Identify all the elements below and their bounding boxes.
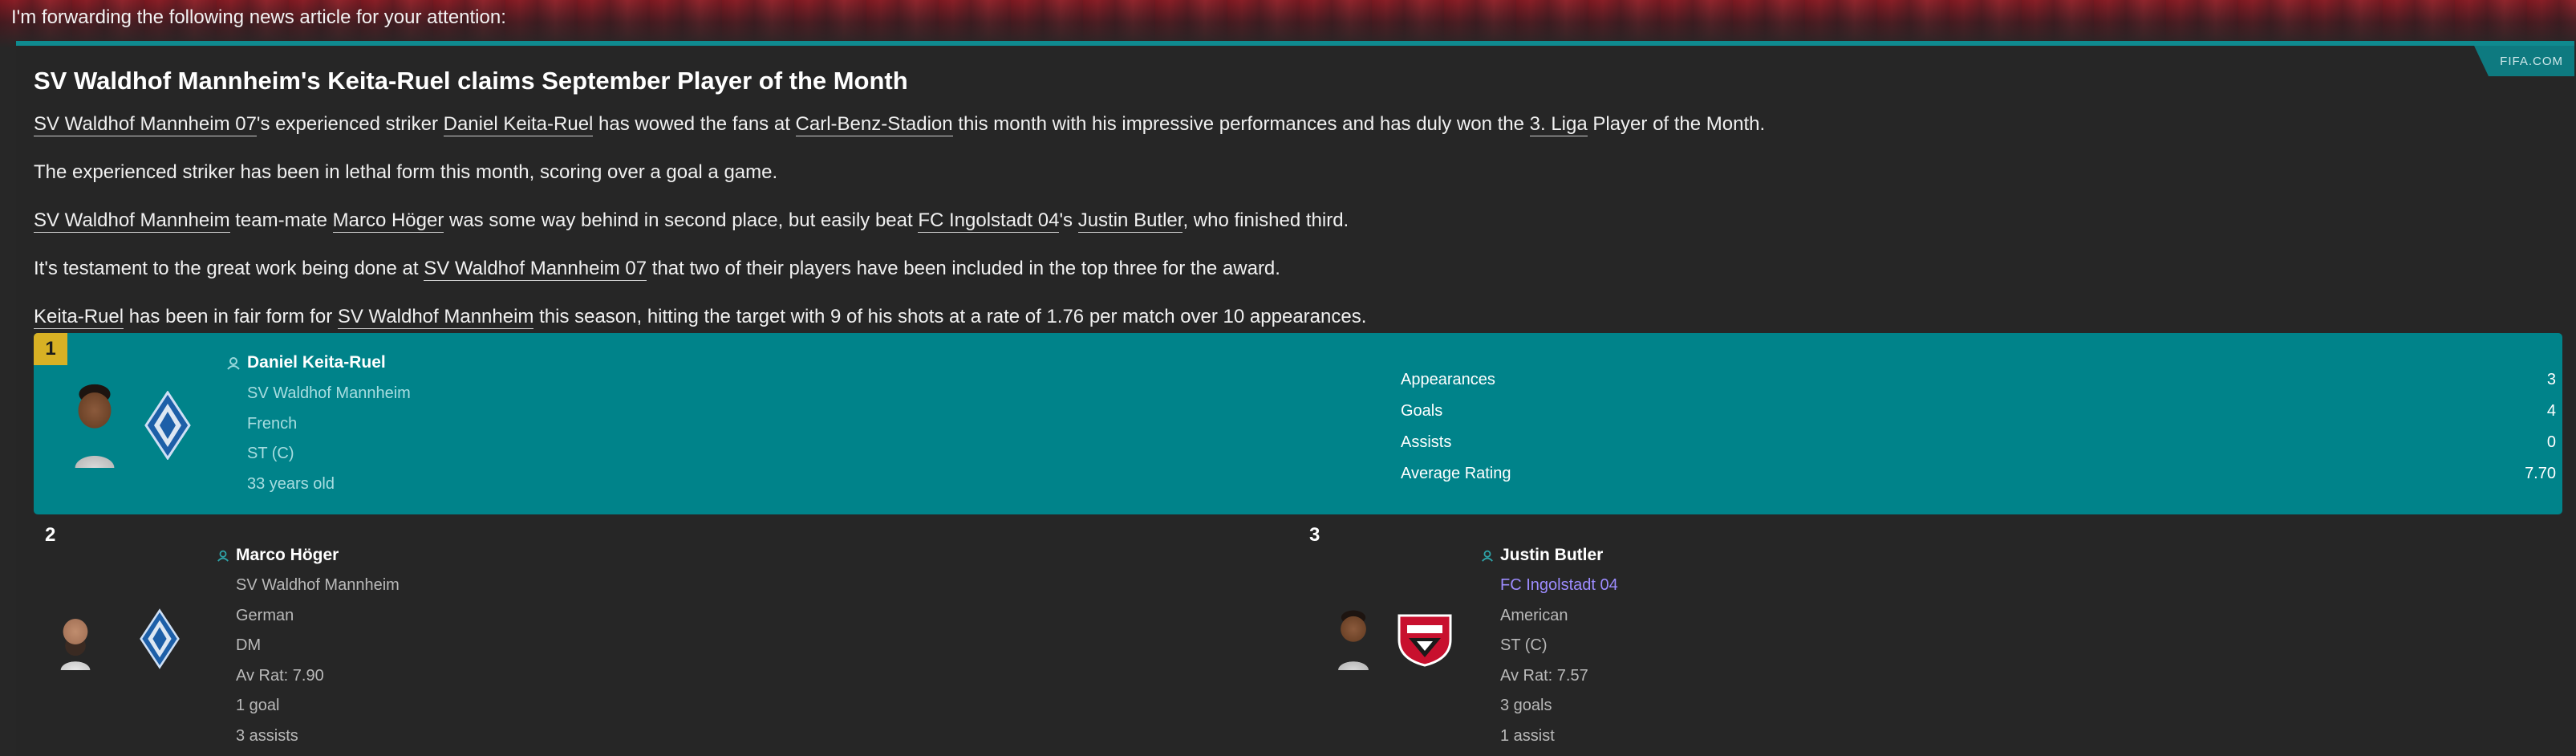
club-link[interactable]: SV Waldhof Mannheim [337, 306, 534, 329]
news-article: FIFA.COM SV Waldhof Mannheim's Keita-Rue… [16, 41, 2574, 756]
league-link[interactable]: 3. Liga [1529, 113, 1588, 136]
paragraph-3: SV Waldhof Mannheim team-mate Marco Höge… [34, 209, 1349, 233]
stat-row-appearances: Appearances 3 [1401, 370, 2556, 388]
player-link[interactable]: Marco Höger [332, 209, 444, 233]
rank-number: 2 [45, 524, 56, 546]
stat-row-average-rating: Average Rating 7.70 [1401, 464, 2556, 482]
club-crest-icon[interactable] [1396, 612, 1454, 667]
player-link[interactable]: Keita-Ruel [34, 306, 124, 329]
player-age: 33 years old [247, 475, 335, 493]
player-assists: 1 assist [1500, 727, 1555, 745]
club-crest-icon[interactable] [140, 608, 180, 670]
player-club[interactable]: SV Waldhof Mannheim [247, 384, 411, 403]
paragraph-1: SV Waldhof Mannheim 07's experienced str… [34, 113, 1766, 136]
player-name[interactable]: Marco Höger [236, 546, 339, 565]
club-link[interactable]: SV Waldhof Mannheim [34, 209, 230, 233]
player-position: DM [236, 636, 262, 654]
player-nationality: German [236, 607, 294, 624]
player-link[interactable]: Justin Butler [1077, 209, 1183, 233]
player-club[interactable]: SV Waldhof Mannheim [236, 576, 400, 595]
person-icon [217, 550, 229, 562]
club-link[interactable]: SV Waldhof Mannheim 07 [424, 258, 647, 281]
paragraph-5: Keita-Ruel has been in fair form for SV … [34, 306, 1367, 329]
player-portrait[interactable] [1329, 606, 1378, 670]
player-assists: 3 assists [236, 727, 298, 745]
player-name[interactable]: Justin Butler [1500, 546, 1603, 565]
forward-intro-text: I'm forwarding the following news articl… [11, 6, 506, 28]
player-name[interactable]: Daniel Keita-Ruel [247, 353, 386, 372]
player-rating: Av Rat: 7.90 [236, 667, 324, 685]
stat-row-assists: Assists 0 [1401, 433, 2556, 451]
winner-card: 1 Daniel Keita-Ruel SV Waldhof Mannheim … [34, 333, 2562, 514]
club-crest-icon[interactable] [144, 391, 191, 460]
player-link[interactable]: Daniel Keita-Ruel [443, 113, 594, 136]
player-rating: Av Rat: 7.57 [1500, 667, 1588, 685]
player-club[interactable]: FC Ingolstadt 04 [1500, 576, 1618, 595]
paragraph-4: It's testament to the great work being d… [34, 258, 1280, 281]
player-portrait[interactable] [51, 606, 99, 670]
player-nationality: French [247, 415, 298, 433]
club-link[interactable]: SV Waldhof Mannheim 07 [34, 113, 257, 136]
player-goals: 1 goal [236, 697, 280, 714]
player-position: ST (C) [247, 445, 294, 462]
source-tag: FIFA.COM [2474, 46, 2574, 76]
stat-row-goals: Goals 4 [1401, 401, 2556, 420]
club-link[interactable]: FC Ingolstadt 04 [918, 209, 1060, 233]
rank-number: 3 [1309, 524, 1320, 546]
player-goals: 3 goals [1500, 697, 1552, 714]
article-headline: SV Waldhof Mannheim's Keita-Ruel claims … [34, 67, 908, 95]
player-nationality: American [1500, 607, 1568, 624]
player-position: ST (C) [1500, 636, 1548, 654]
person-icon [1482, 550, 1493, 562]
paragraph-2: The experienced striker has been in leth… [34, 161, 778, 183]
stadium-link[interactable]: Carl-Benz-Stadion [795, 113, 953, 136]
person-icon [227, 357, 240, 370]
player-portrait[interactable] [63, 378, 127, 468]
rank-badge: 1 [34, 333, 67, 365]
